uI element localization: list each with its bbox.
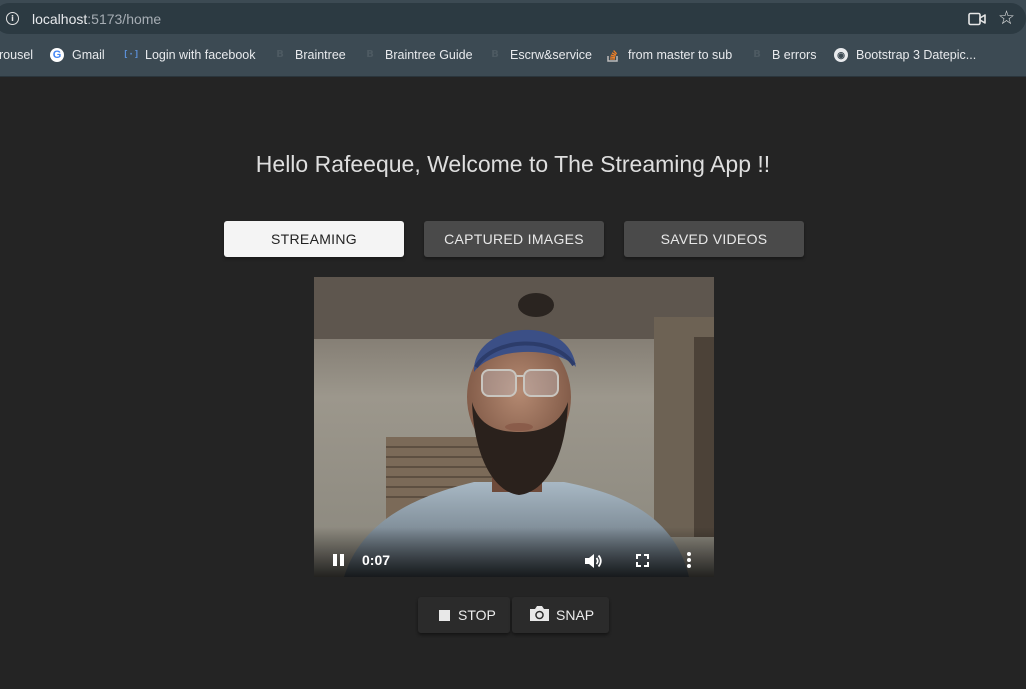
tab-captured-images[interactable]: CAPTURED IMAGES [424, 221, 604, 257]
braintree-icon: B [276, 49, 284, 60]
bookmark-label: B errors [772, 48, 817, 62]
bookmark-label: Braintree [295, 48, 346, 62]
braintree-icon: B [753, 49, 761, 60]
bookmark-item[interactable]: from master to sub [606, 48, 732, 62]
code-bracket-icon: [·] [123, 50, 140, 60]
bookmark-label: rousel [0, 48, 34, 62]
camera-icon [529, 605, 550, 625]
address-bar: i localhost:5173/home ☆ [0, 0, 1026, 37]
video-player[interactable]: 0:07 [314, 277, 714, 577]
bookmark-item[interactable]: rousel [0, 48, 33, 62]
google-icon: G [50, 48, 64, 62]
bookmark-item[interactable]: G Gmail [50, 48, 105, 62]
bookmark-label: Braintree Guide [385, 48, 473, 62]
stackoverflow-icon [606, 48, 620, 62]
camera-in-use-icon[interactable] [968, 12, 986, 31]
bookmark-label: Escrw&service [510, 48, 592, 62]
bookmark-label: Login with facebook [145, 48, 256, 62]
fullscreen-icon[interactable] [636, 554, 649, 572]
url-path: :5173/home [87, 11, 162, 27]
video-controls: 0:07 [314, 527, 714, 577]
bookmark-label: Gmail [72, 48, 105, 62]
braintree-icon: B [366, 49, 374, 60]
more-options-icon[interactable] [687, 552, 691, 570]
video-time: 0:07 [362, 552, 391, 568]
volume-icon[interactable] [584, 553, 602, 574]
bookmark-item[interactable]: B Braintree [273, 48, 346, 62]
bookmark-item[interactable]: B Braintree Guide [363, 48, 473, 62]
snap-label: SNAP [556, 607, 595, 623]
stop-button[interactable]: STOP [418, 597, 510, 633]
url-text[interactable]: localhost:5173/home [32, 11, 161, 27]
snap-button[interactable]: SNAP [512, 597, 609, 633]
bookmark-label: Bootstrap 3 Datepic... [856, 48, 977, 62]
bookmark-item[interactable]: ◉ Bootstrap 3 Datepic... [834, 48, 976, 62]
braintree-icon: B [491, 49, 499, 60]
globe-icon: ◉ [834, 48, 848, 62]
site-info-icon[interactable]: i [6, 12, 19, 25]
tab-streaming[interactable]: STREAMING [224, 221, 404, 257]
bookmark-item[interactable]: [·] Login with facebook [123, 48, 256, 62]
bookmark-item[interactable]: B B errors [750, 48, 816, 62]
stop-icon [439, 609, 450, 621]
pause-icon[interactable] [333, 554, 345, 566]
bookmark-item[interactable]: B Escrw&service [488, 48, 592, 62]
stop-label: STOP [458, 607, 496, 623]
tab-saved-videos[interactable]: SAVED VIDEOS [624, 221, 804, 257]
welcome-heading: Hello Rafeeque, Welcome to The Streaming… [255, 151, 771, 177]
bookmark-label: from master to sub [628, 48, 733, 62]
bookmarks-bar: rousel G Gmail [·] Login with facebook B… [0, 37, 1026, 77]
bookmark-star-icon[interactable]: ☆ [998, 8, 1015, 28]
url-host: localhost [32, 11, 88, 27]
